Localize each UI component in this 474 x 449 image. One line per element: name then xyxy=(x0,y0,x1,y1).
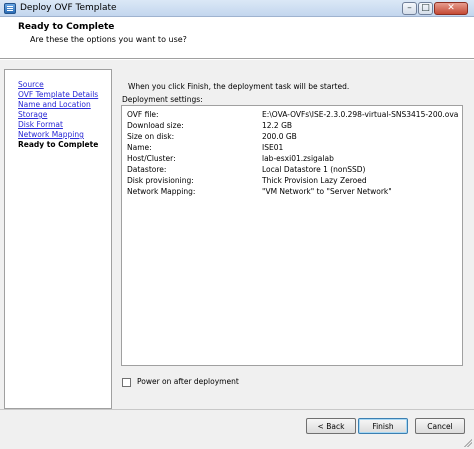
setting-key: Name: xyxy=(127,143,152,152)
setting-row-download-size: Download size: 12.2 GB xyxy=(127,121,457,132)
nav-item-ovf-template-details[interactable]: OVF Template Details xyxy=(18,90,98,99)
setting-value: "VM Network" to "Server Network" xyxy=(262,187,392,196)
deployment-settings-label: Deployment settings: xyxy=(122,95,203,104)
setting-row-host-cluster: Host/Cluster: lab-esxi01.zsigalab xyxy=(127,154,457,165)
power-on-checkbox[interactable] xyxy=(122,378,131,387)
page-title: Ready to Complete xyxy=(18,22,115,32)
setting-key: Download size: xyxy=(127,121,184,130)
nav-item-storage[interactable]: Storage xyxy=(18,110,47,119)
resize-grip-icon[interactable] xyxy=(463,438,472,447)
window-title: Deploy OVF Template xyxy=(20,3,117,13)
setting-row-disk-provisioning: Disk provisioning: Thick Provision Lazy … xyxy=(127,176,457,187)
setting-key: OVF file: xyxy=(127,110,159,119)
close-button[interactable]: ✕ xyxy=(434,2,468,15)
back-button[interactable]: < Back xyxy=(306,418,356,434)
nav-item-disk-format[interactable]: Disk Format xyxy=(18,120,63,129)
finish-button[interactable]: Finish xyxy=(358,418,408,434)
setting-value: 200.0 GB xyxy=(262,132,297,141)
nav-item-name-and-location[interactable]: Name and Location xyxy=(18,100,91,109)
cancel-button[interactable]: Cancel xyxy=(415,418,465,434)
setting-key: Network Mapping: xyxy=(127,187,196,196)
setting-value: Thick Provision Lazy Zeroed xyxy=(262,176,367,185)
setting-key: Size on disk: xyxy=(127,132,175,141)
nav-item-ready-to-complete: Ready to Complete xyxy=(18,140,99,149)
wizard-steps-nav: Source OVF Template Details Name and Loc… xyxy=(4,69,112,409)
wizard-footer: < Back Finish Cancel xyxy=(0,409,474,449)
setting-value: ISE01 xyxy=(262,143,284,152)
wizard-header: Ready to Complete Are these the options … xyxy=(0,17,474,59)
minimize-button[interactable]: – xyxy=(402,2,417,15)
intro-text: When you click Finish, the deployment ta… xyxy=(128,82,350,91)
setting-row-ovf-file: OVF file: E:\OVA-OVFs\ISE-2.3.0.298-virt… xyxy=(127,110,459,121)
setting-value: Local Datastore 1 (nonSSD) xyxy=(262,165,366,174)
setting-value: 12.2 GB xyxy=(262,121,293,130)
setting-key: Host/Cluster: xyxy=(127,154,176,163)
wizard-body: Source OVF Template Details Name and Loc… xyxy=(0,60,474,409)
setting-key: Datastore: xyxy=(127,165,167,174)
app-icon xyxy=(4,3,16,14)
nav-item-network-mapping[interactable]: Network Mapping xyxy=(18,130,84,139)
setting-row-network-mapping: Network Mapping: "VM Network" to "Server… xyxy=(127,187,457,198)
maximize-button[interactable]: □ xyxy=(418,2,433,15)
setting-value: lab-esxi01.zsigalab xyxy=(262,154,334,163)
deployment-settings-list: OVF file: E:\OVA-OVFs\ISE-2.3.0.298-virt… xyxy=(121,105,463,366)
nav-item-source[interactable]: Source xyxy=(18,80,44,89)
setting-row-name: Name: ISE01 xyxy=(127,143,457,154)
setting-row-size-on-disk: Size on disk: 200.0 GB xyxy=(127,132,457,143)
page-subtitle: Are these the options you want to use? xyxy=(30,35,187,44)
wizard-content: When you click Finish, the deployment ta… xyxy=(118,69,470,409)
power-on-label[interactable]: Power on after deployment xyxy=(137,377,239,386)
title-bar[interactable]: Deploy OVF Template – □ ✕ xyxy=(0,0,474,17)
setting-key: Disk provisioning: xyxy=(127,176,194,185)
setting-value: E:\OVA-OVFs\ISE-2.3.0.298-virtual-SNS341… xyxy=(262,110,459,119)
setting-row-datastore: Datastore: Local Datastore 1 (nonSSD) xyxy=(127,165,457,176)
